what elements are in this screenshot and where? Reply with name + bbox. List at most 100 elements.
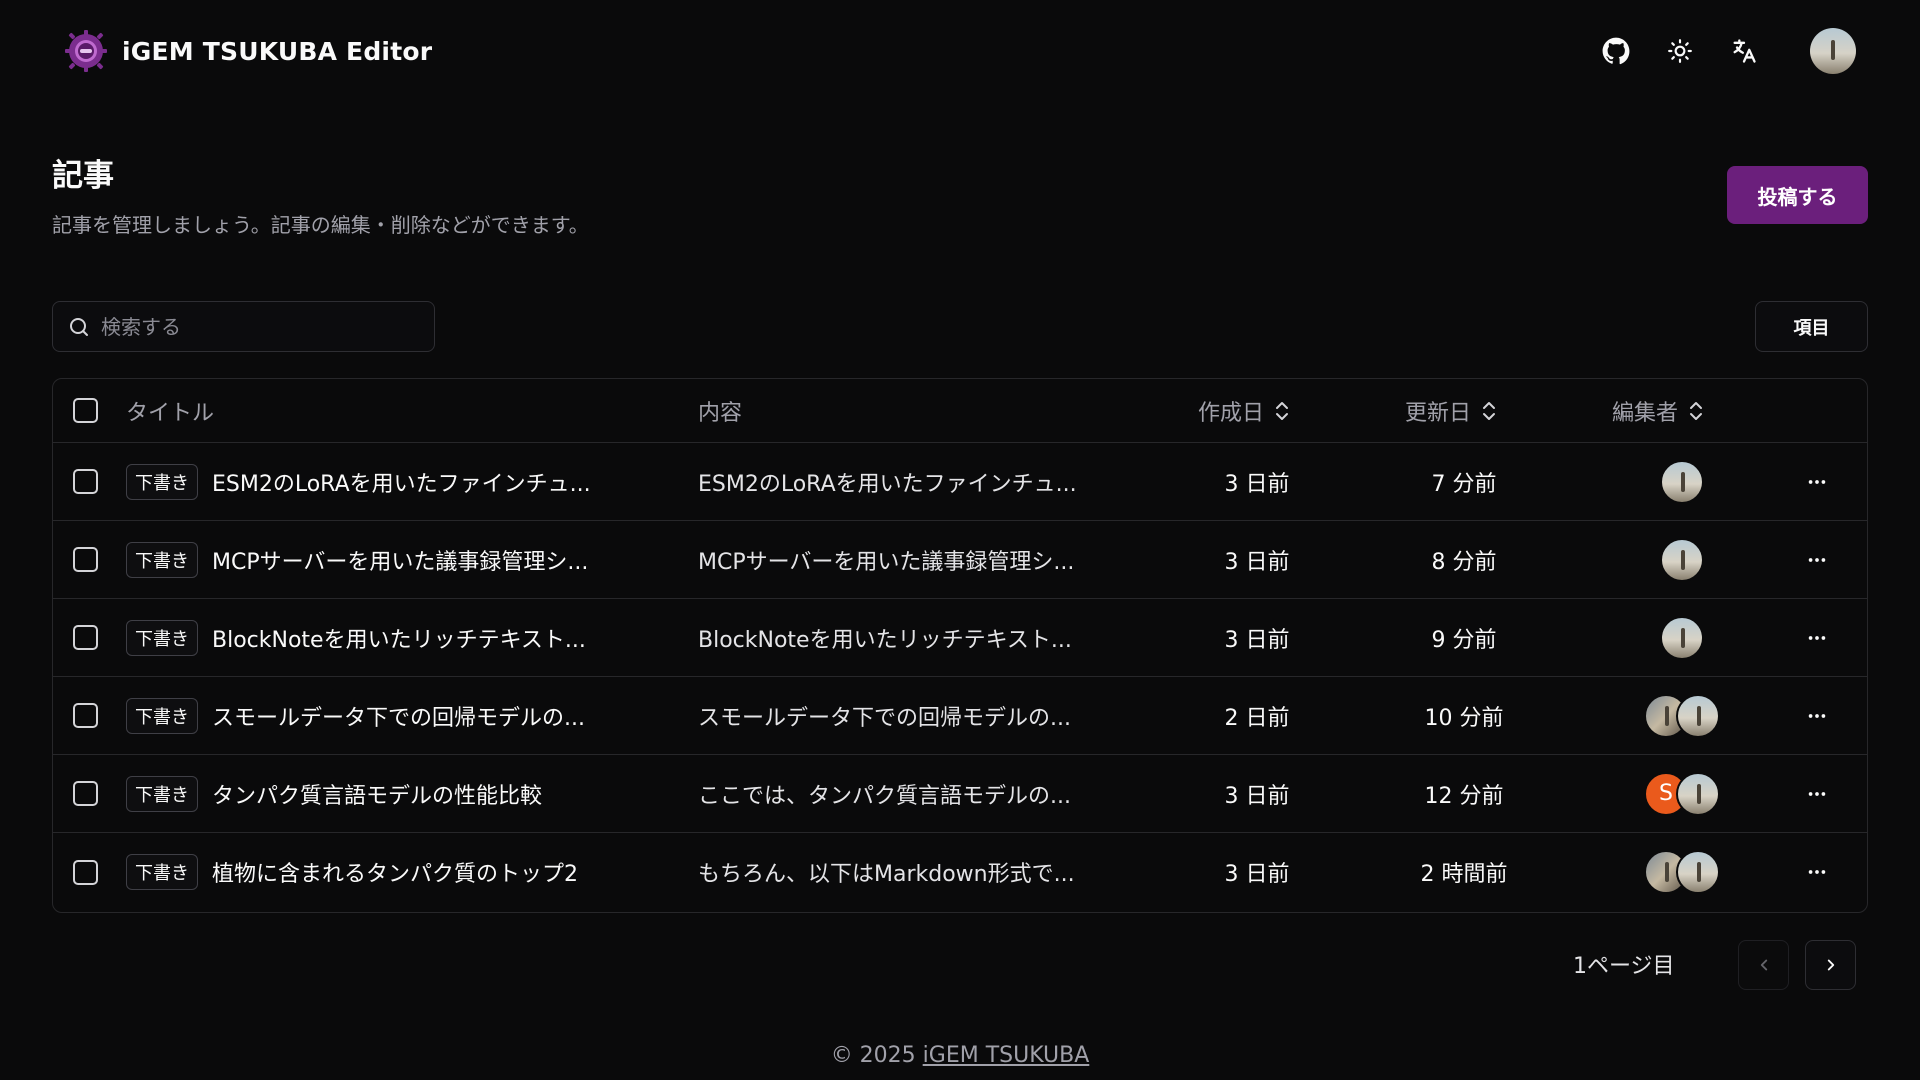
user-avatar[interactable]: [1810, 28, 1856, 74]
article-title[interactable]: タンパク質言語モデルの性能比較: [212, 778, 542, 810]
title-cell[interactable]: 下書き 植物に含まれるタンパク質のトップ2: [126, 833, 578, 911]
title-cell[interactable]: 下書き タンパク質言語モデルの性能比較: [126, 755, 542, 832]
row-actions-button[interactable]: [1797, 618, 1837, 658]
github-button[interactable]: [1600, 35, 1632, 67]
table-row[interactable]: 下書き BlockNoteを用いたリッチテキスト... BlockNoteを用いたリ…: [53, 599, 1867, 677]
sort-icon: [1276, 401, 1289, 420]
editor-avatar: [1676, 850, 1720, 894]
row-checkbox[interactable]: [73, 703, 98, 728]
article-title[interactable]: MCPサーバーを用いた議事録管理シ...: [212, 544, 588, 576]
editor-avatar: [1660, 537, 1704, 582]
created-date: 3 日前: [1224, 471, 1290, 497]
editor-avatar: [1676, 693, 1720, 738]
header-created: 作成日: [1198, 400, 1265, 426]
row-checkbox[interactable]: [73, 547, 98, 572]
columns-button[interactable]: 項目: [1755, 301, 1868, 352]
page-title: 記事: [52, 158, 114, 194]
page-indicator: 1ページ目: [1573, 954, 1675, 979]
header-updated: 更新日: [1405, 400, 1472, 426]
article-content: ここでは、タンパク質言語モデルの...: [698, 783, 1071, 809]
row-checkbox[interactable]: [73, 625, 98, 650]
status-badge: 下書き: [126, 619, 198, 656]
footer-link[interactable]: iGEM TSUKUBA: [923, 1043, 1090, 1068]
search-box[interactable]: [52, 301, 435, 352]
row-actions-button[interactable]: [1797, 774, 1837, 814]
editor-avatar: [1660, 459, 1704, 504]
article-title[interactable]: 植物に含まれるタンパク質のトップ2: [212, 856, 578, 888]
prev-page-button[interactable]: [1738, 940, 1789, 990]
row-checkbox[interactable]: [73, 469, 98, 494]
updated-date: 10 分前: [1424, 705, 1504, 731]
updated-date: 9 分前: [1431, 627, 1497, 653]
row-actions-button[interactable]: [1797, 540, 1837, 580]
translate-icon: [1733, 39, 1756, 63]
app-header: iGEM TSUKUBA Editor: [0, 0, 1920, 102]
sort-icon: [1483, 401, 1496, 420]
created-date: 3 日前: [1224, 549, 1290, 575]
theme-toggle-button[interactable]: [1664, 35, 1696, 67]
editor-avatars: [1644, 693, 1720, 738]
article-content: ESM2のLoRAを用いたファインチュ...: [698, 471, 1077, 497]
title-cell[interactable]: 下書き MCPサーバーを用いた議事録管理シ...: [126, 521, 588, 598]
more-horizontal-icon: [1808, 479, 1826, 484]
header-editors: 編集者: [1612, 400, 1679, 426]
title-cell[interactable]: 下書き ESM2のLoRAを用いたファインチュ...: [126, 443, 591, 520]
table-row[interactable]: 下書き ESM2のLoRAを用いたファインチュ... ESM2のLoRAを用いたファ…: [53, 443, 1867, 521]
chevron-right-icon: [1827, 959, 1834, 971]
row-actions-button[interactable]: [1797, 852, 1837, 892]
article-content: スモールデータ下での回帰モデルの...: [698, 705, 1071, 731]
row-checkbox[interactable]: [73, 781, 98, 806]
table-row[interactable]: 下書き タンパク質言語モデルの性能比較 ここでは、タンパク質言語モデルの... 3 日…: [53, 755, 1867, 833]
article-title[interactable]: BlockNoteを用いたリッチテキスト...: [212, 622, 586, 654]
article-title[interactable]: ESM2のLoRAを用いたファインチュ...: [212, 466, 591, 498]
editor-avatar: [1660, 615, 1704, 660]
status-badge: 下書き: [126, 854, 198, 890]
more-horizontal-icon: [1808, 635, 1826, 640]
editor-avatars: [1644, 850, 1720, 894]
updated-date: 7 分前: [1431, 471, 1497, 497]
select-all-checkbox[interactable]: [73, 398, 98, 423]
created-date: 3 日前: [1224, 783, 1290, 809]
search-icon: [70, 317, 88, 336]
title-cell[interactable]: 下書き BlockNoteを用いたリッチテキスト...: [126, 599, 586, 676]
created-date: 3 日前: [1224, 627, 1290, 653]
post-button[interactable]: 投稿する: [1727, 166, 1868, 224]
status-badge: 下書き: [126, 775, 198, 812]
table-row[interactable]: 下書き MCPサーバーを用いた議事録管理シ... MCPサーバーを用いた議事録管理シ…: [53, 521, 1867, 599]
editor-avatars: [1660, 615, 1704, 660]
next-page-button[interactable]: [1805, 940, 1856, 990]
table-header-row: タイトル 内容 作成日 更新日 編集者: [53, 379, 1867, 443]
header-title: タイトル: [126, 400, 215, 426]
row-checkbox[interactable]: [73, 859, 98, 885]
updated-date: 12 分前: [1424, 783, 1504, 809]
header-content: 内容: [698, 400, 743, 426]
brand[interactable]: iGEM TSUKUBA Editor: [64, 29, 432, 73]
article-content: もちろん、以下はMarkdown形式で...: [698, 862, 1075, 887]
header-updated-sort[interactable]: 更新日: [1405, 379, 1497, 442]
search-input[interactable]: [101, 314, 421, 339]
article-title[interactable]: スモールデータ下での回帰モデルの...: [212, 700, 585, 732]
editor-avatars: [1660, 537, 1704, 582]
editor-avatars: S: [1644, 771, 1720, 816]
title-cell[interactable]: 下書き スモールデータ下での回帰モデルの...: [126, 677, 585, 754]
app-title: iGEM TSUKUBA Editor: [122, 36, 433, 66]
header-actions: [1600, 28, 1856, 74]
language-button[interactable]: [1728, 35, 1760, 67]
header-created-sort[interactable]: 作成日: [1198, 379, 1290, 442]
page-heading: 記事 記事を管理しましょう。記事の編集・削除などができます。: [52, 150, 589, 238]
table-row[interactable]: 下書き 植物に含まれるタンパク質のトップ2 もちろん、以下はMarkdown形式で.…: [53, 833, 1867, 911]
updated-date: 8 分前: [1431, 549, 1497, 575]
chevron-left-icon: [1760, 959, 1767, 971]
more-horizontal-icon: [1808, 713, 1826, 718]
table-row[interactable]: 下書き スモールデータ下での回帰モデルの... スモールデータ下での回帰モデルの..…: [53, 677, 1867, 755]
sun-icon: [1668, 39, 1692, 63]
more-horizontal-icon: [1808, 870, 1826, 874]
editor-avatar: [1676, 771, 1720, 816]
created-date: 3 日前: [1224, 862, 1290, 887]
row-actions-button[interactable]: [1797, 696, 1837, 736]
github-icon: [1602, 37, 1630, 65]
row-actions-button[interactable]: [1797, 462, 1837, 502]
header-editors-sort[interactable]: 編集者: [1612, 379, 1704, 442]
footer: © 2025 iGEM TSUKUBA: [0, 1043, 1920, 1068]
status-badge: 下書き: [126, 697, 198, 734]
